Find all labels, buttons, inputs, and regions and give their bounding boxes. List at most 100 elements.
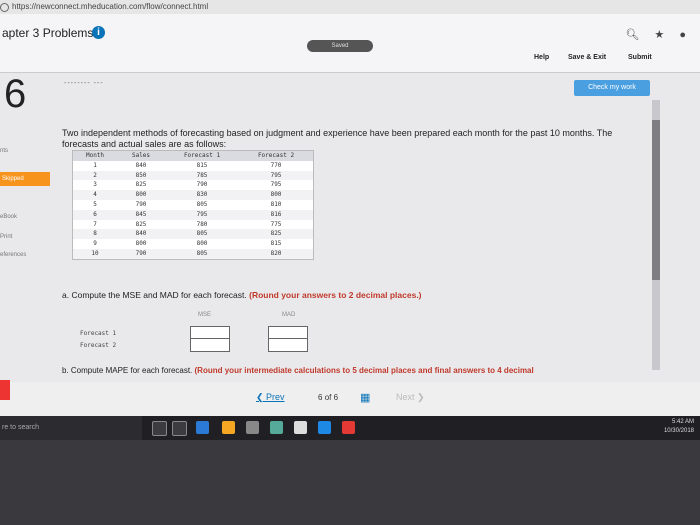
part-b-text: b. Compute MAPE for each forecast.: [62, 366, 193, 375]
cell-sales: 845: [135, 210, 147, 218]
taskbar-search-input[interactable]: re to search: [0, 416, 142, 440]
column-header-sales: Sales: [131, 152, 151, 159]
cell-forecast-2: 810: [270, 200, 282, 208]
table-row: 10 790 805 820: [73, 248, 313, 259]
page-icon: [0, 3, 9, 12]
question-text: Two independent methods of forecasting b…: [62, 128, 613, 149]
part-a-answer-grid: MSE MAD Forecast 1 Forecast 2: [72, 312, 342, 356]
prev-label: Prev: [266, 392, 285, 402]
sidebar-item-ebook[interactable]: eBook: [0, 214, 17, 220]
browser-toolbar-icons: 🔍︎ ★ ●: [625, 28, 692, 41]
cell-forecast-2: 825: [270, 230, 282, 238]
store-icon[interactable]: [294, 421, 307, 434]
microphone-icon[interactable]: [152, 421, 167, 436]
star-icon[interactable]: ★: [654, 29, 670, 41]
office-icon[interactable]: [342, 421, 355, 434]
clock-time: 5:42 AM: [671, 419, 694, 425]
cell-forecast-1: 780: [196, 220, 208, 228]
cell-forecast-1: 795: [196, 210, 208, 218]
cell-forecast-2: 816: [270, 210, 282, 218]
cell-forecast-1: 785: [196, 171, 208, 179]
next-label: Next: [396, 392, 415, 402]
check-my-work-button[interactable]: Check my work: [574, 80, 650, 96]
task-view-icon[interactable]: [172, 421, 187, 436]
column-header-forecast-1: Forecast 1: [183, 152, 221, 159]
page-current: 6: [318, 393, 323, 402]
address-bar[interactable]: https://newconnect.mheducation.com/flow/…: [0, 0, 700, 14]
cell-month: 4: [93, 191, 97, 199]
forecast-table: Month Sales Forecast 1 Forecast 2 1 840 81…: [72, 150, 314, 260]
scrollbar-thumb[interactable]: [652, 120, 660, 280]
forecast-2-mse-input[interactable]: [190, 338, 230, 352]
sidebar-item-points: nts: [0, 148, 9, 154]
url-text[interactable]: https://newconnect.mheducation.com/flow/…: [12, 0, 208, 14]
cell-sales: 800: [135, 240, 147, 248]
cell-month: 3: [93, 181, 97, 189]
app-icon-blue[interactable]: [196, 421, 209, 434]
cell-forecast-2: 795: [270, 181, 282, 189]
table-row: 8 840 805 825: [73, 229, 313, 240]
table-row: 7 825 780 775: [73, 220, 313, 230]
cell-sales: 825: [135, 181, 147, 189]
cell-month: 10: [91, 249, 99, 257]
cell-forecast-2: 775: [270, 220, 282, 228]
cell-sales: 840: [135, 230, 147, 238]
cell-forecast-2: 820: [270, 249, 282, 257]
table-row: 3 825 790 795: [73, 180, 313, 190]
cell-month: 7: [93, 220, 97, 228]
page-total: 6: [333, 393, 339, 402]
edge-icon[interactable]: [318, 421, 331, 434]
prev-button[interactable]: ❮ Prev: [256, 392, 285, 403]
question-number: 6: [4, 72, 27, 116]
save-exit-button[interactable]: Save & Exit: [568, 54, 606, 61]
cell-month: 8: [93, 230, 97, 238]
cell-forecast-1: 815: [196, 161, 208, 169]
cell-month: 5: [93, 200, 97, 208]
cell-sales: 800: [135, 191, 147, 199]
info-icon[interactable]: i: [92, 26, 105, 39]
question-navigation: ❮ Prev 6 of 6 ▦ Next ❯: [0, 382, 700, 418]
system-tray[interactable]: 5:42 AM 10/30/2018: [664, 418, 694, 436]
cell-sales: 850: [135, 171, 147, 179]
cell-forecast-1: 790: [196, 181, 208, 189]
cell-forecast-1: 800: [196, 240, 208, 248]
cell-month: 1: [93, 161, 97, 169]
user-icon[interactable]: ●: [679, 29, 692, 41]
cell-sales: 790: [135, 200, 147, 208]
cell-forecast-2: 795: [270, 171, 282, 179]
part-a-text: a. Compute the MSE and MAD for each fore…: [62, 290, 247, 300]
cell-month: 2: [93, 171, 97, 179]
sidebar-item-print[interactable]: Print: [0, 234, 12, 240]
photos-icon[interactable]: [270, 421, 283, 434]
question-points: -------- ---: [64, 80, 104, 87]
cell-sales: 840: [135, 161, 147, 169]
cell-forecast-1: 805: [196, 230, 208, 238]
cell-month: 9: [93, 240, 97, 248]
cell-sales: 790: [135, 249, 147, 257]
feedback-tab[interactable]: [0, 380, 10, 400]
search-icon[interactable]: 🔍︎: [625, 29, 645, 41]
cell-sales: 825: [135, 220, 147, 228]
page-indicator[interactable]: 6 of 6: [318, 393, 338, 402]
chrome-icon[interactable]: [222, 421, 235, 434]
question-grid-icon[interactable]: ▦: [360, 391, 370, 404]
table-row: 2 850 785 795: [73, 170, 313, 181]
forecast-1-row-label: Forecast 1: [80, 330, 117, 337]
sidebar-item-references[interactable]: eferences: [0, 252, 26, 258]
part-a-prompt: a. Compute the MSE and MAD for each fore…: [62, 290, 422, 300]
cell-forecast-2: 815: [270, 240, 282, 248]
table-body: 1 840 815 770 2 850 785 795 3 825 790 795 4 800 830 800…: [73, 161, 313, 259]
part-b-prompt: b. Compute MAPE for each forecast. (Roun…: [62, 366, 662, 375]
cell-forecast-1: 805: [196, 249, 208, 257]
sidebar-item-skipped: Skipped: [0, 172, 50, 186]
next-button[interactable]: Next ❯: [396, 392, 425, 403]
forecast-2-row-label: Forecast 2: [80, 342, 117, 349]
cell-month: 6: [93, 210, 97, 218]
table-row: 5 790 805 810: [73, 200, 313, 210]
mail-icon[interactable]: [246, 421, 259, 434]
column-header-month: Month: [85, 152, 105, 159]
forecast-2-mad-input[interactable]: [268, 338, 308, 352]
browser-window: https://newconnect.mheducation.com/flow/…: [0, 0, 700, 440]
submit-button[interactable]: Submit: [628, 54, 652, 61]
help-button[interactable]: Help: [534, 54, 549, 61]
